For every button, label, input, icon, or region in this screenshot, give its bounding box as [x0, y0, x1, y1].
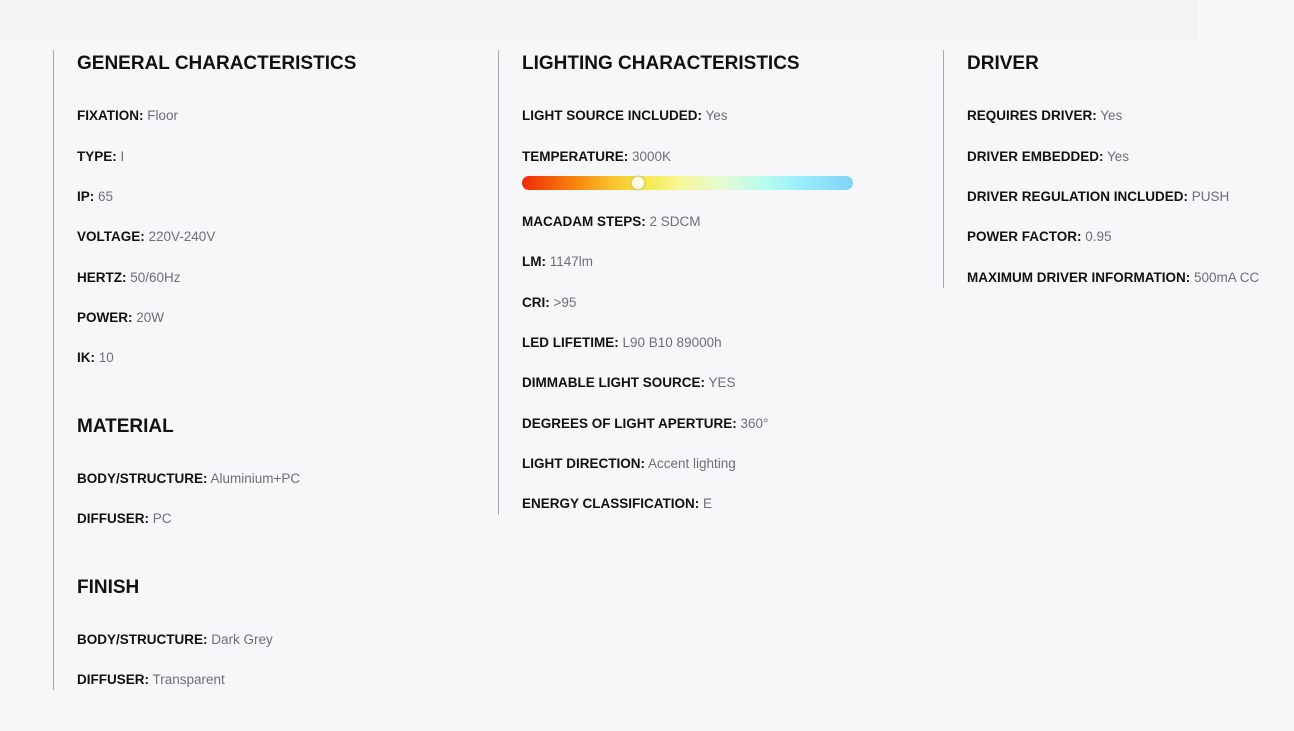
spec-label: DIFFUSER: — [77, 511, 149, 526]
spec-label: DRIVER REGULATION INCLUDED: — [967, 189, 1188, 204]
spec-value: 1147lm — [549, 254, 594, 269]
spec-row-macadam: MACADAM STEPS: 2 SDCM — [522, 212, 701, 232]
spec-row-power-factor: POWER FACTOR: 0.95 — [967, 227, 1112, 247]
spec-row-cri: CRI: >95 — [522, 293, 576, 313]
spec-row-power: POWER: 20W — [77, 308, 164, 328]
spec-row-led-lifetime: LED LIFETIME: L90 B10 89000h — [522, 333, 722, 353]
spec-label: BODY/STRUCTURE: — [77, 471, 208, 486]
spec-label: TEMPERATURE: — [522, 149, 629, 164]
column-lighting: LIGHTING CHARACTERISTICS LIGHT SOURCE IN… — [498, 50, 918, 515]
spec-row-hertz: HERTZ: 50/60Hz — [77, 268, 181, 288]
spec-value: 360° — [740, 416, 769, 431]
spec-value: 0.95 — [1085, 229, 1112, 244]
spec-row-ik: IK: 10 — [77, 348, 114, 368]
spec-row-max-driver-info: MAXIMUM DRIVER INFORMATION: 500mA CC — [967, 268, 1259, 288]
spec-label: LIGHT SOURCE INCLUDED: — [522, 108, 702, 123]
spec-label: DIFFUSER: — [77, 672, 149, 687]
spec-value: 65 — [98, 189, 114, 204]
spec-label: TYPE: — [77, 149, 117, 164]
spec-value: YES — [708, 375, 736, 390]
spec-row-type: TYPE: I — [77, 147, 124, 167]
spec-row-ip: IP: 65 — [77, 187, 113, 207]
spec-value: Yes — [705, 108, 728, 123]
spec-label: BODY/STRUCTURE: — [77, 632, 208, 647]
spec-label: REQUIRES DRIVER: — [967, 108, 1097, 123]
spec-label: IK: — [77, 350, 95, 365]
spec-value: Yes — [1100, 108, 1123, 123]
spec-label: IP: — [77, 189, 95, 204]
spec-label: ENERGY CLASSIFICATION: — [522, 496, 700, 511]
spec-value: Dark Grey — [211, 632, 273, 647]
spec-value: Yes — [1107, 149, 1130, 164]
section-title-lighting: LIGHTING CHARACTERISTICS — [522, 53, 800, 74]
spec-label: LED LIFETIME: — [522, 335, 619, 350]
spec-label: LIGHT DIRECTION: — [522, 456, 645, 471]
spec-row-driver-embedded: DRIVER EMBEDDED: Yes — [967, 147, 1129, 167]
spec-label: POWER: — [77, 310, 133, 325]
spec-row-finish-body: BODY/STRUCTURE: Dark Grey — [77, 630, 273, 650]
spec-label: DEGREES OF LIGHT APERTURE: — [522, 416, 737, 431]
section-title-finish: FINISH — [77, 577, 140, 598]
spec-value: 500mA CC — [1194, 270, 1260, 285]
spec-label: FIXATION: — [77, 108, 144, 123]
spec-row-temperature: TEMPERATURE: 3000K — [522, 147, 671, 167]
spec-row-energy-class: ENERGY CLASSIFICATION: E — [522, 494, 712, 514]
spec-row-driver-regulation: DRIVER REGULATION INCLUDED: PUSH — [967, 187, 1229, 207]
spec-value: 20W — [136, 310, 165, 325]
spec-label: DIMMABLE LIGHT SOURCE: — [522, 375, 705, 390]
spec-label: LM: — [522, 254, 546, 269]
section-title-material: MATERIAL — [77, 416, 174, 437]
spec-row-fixation: FIXATION: Floor — [77, 106, 178, 126]
spec-label: DRIVER EMBEDDED: — [967, 149, 1104, 164]
spec-value: 2 SDCM — [649, 214, 701, 229]
spec-row-lm: LM: 1147lm — [522, 252, 593, 272]
spec-row-dimmable: DIMMABLE LIGHT SOURCE: YES — [522, 373, 736, 393]
spec-row-material-diffuser: DIFFUSER: PC — [77, 509, 172, 529]
color-temperature-scale — [522, 176, 853, 190]
top-band — [0, 0, 1198, 40]
spec-row-aperture: DEGREES OF LIGHT APERTURE: 360° — [522, 414, 768, 434]
spec-value: I — [120, 149, 125, 164]
spec-label: CRI: — [522, 295, 550, 310]
spec-label: VOLTAGE: — [77, 229, 145, 244]
spec-value: 10 — [98, 350, 114, 365]
spec-row-requires-driver: REQUIRES DRIVER: Yes — [967, 106, 1122, 126]
spec-label: HERTZ: — [77, 270, 127, 285]
column-general: GENERAL CHARACTERISTICS FIXATION: Floor … — [53, 50, 473, 690]
spec-row-finish-diffuser: DIFFUSER: Transparent — [77, 670, 225, 690]
spec-value: L90 B10 89000h — [622, 335, 722, 350]
spec-value: >95 — [553, 295, 577, 310]
spec-value: 3000K — [632, 149, 672, 164]
spec-label: MACADAM STEPS: — [522, 214, 646, 229]
spec-value: Aluminium+PC — [210, 471, 301, 486]
section-title-general: GENERAL CHARACTERISTICS — [77, 53, 357, 74]
spec-value: PC — [152, 511, 172, 526]
spec-value: PUSH — [1191, 189, 1230, 204]
spec-value: 50/60Hz — [130, 270, 181, 285]
spec-row-light-source: LIGHT SOURCE INCLUDED: Yes — [522, 106, 728, 126]
spec-row-light-direction: LIGHT DIRECTION: Accent lighting — [522, 454, 736, 474]
section-title-driver: DRIVER — [967, 53, 1039, 74]
spec-value: E — [703, 496, 713, 511]
spec-label: MAXIMUM DRIVER INFORMATION: — [967, 270, 1191, 285]
spec-row-material-body: BODY/STRUCTURE: Aluminium+PC — [77, 469, 300, 489]
spec-value: Floor — [147, 108, 179, 123]
column-driver: DRIVER REQUIRES DRIVER: Yes DRIVER EMBED… — [943, 50, 1294, 288]
spec-label: POWER FACTOR: — [967, 229, 1082, 244]
color-temperature-marker — [630, 176, 645, 190]
spec-row-voltage: VOLTAGE: 220V-240V — [77, 227, 215, 247]
spec-value: Transparent — [152, 672, 225, 687]
spec-value: 220V-240V — [148, 229, 216, 244]
spec-value: Accent lighting — [648, 456, 736, 471]
